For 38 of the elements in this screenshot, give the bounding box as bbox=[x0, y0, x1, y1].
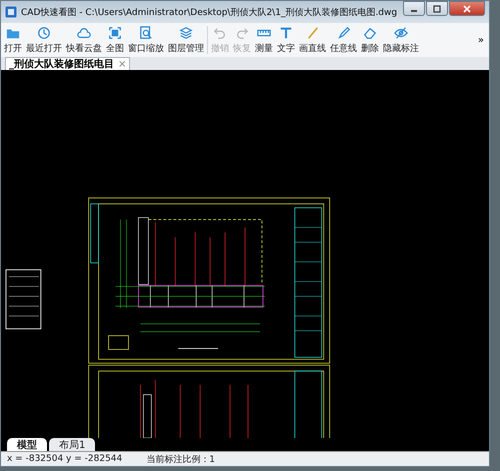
toolbar-button[interactable]: 打开 bbox=[3, 26, 23, 54]
toolbar-button[interactable]: 全图 bbox=[105, 26, 125, 54]
eye-icon bbox=[394, 26, 408, 40]
layers-icon bbox=[179, 26, 193, 40]
scale-text: 当前标注比例：1 bbox=[146, 454, 215, 466]
toolbar-button[interactable]: 画直线 bbox=[298, 26, 327, 54]
window-title: CAD快速看图 - C:\Users\Administrator\Desktop\刑侦大队2\1_刑侦大队装修图纸电图.dwg bbox=[21, 6, 398, 18]
pen-icon bbox=[336, 26, 350, 40]
layout-tab[interactable]: 布局1 bbox=[49, 438, 96, 451]
more-button[interactable]: » bbox=[474, 34, 487, 46]
toolbar-button[interactable]: 最近打开 bbox=[25, 26, 63, 54]
maximize-button[interactable] bbox=[426, 1, 448, 16]
toolbar-button[interactable]: 快看云盘 bbox=[65, 26, 103, 54]
document-tab[interactable]: _刑侦大队装修图纸电目 × bbox=[5, 57, 130, 70]
toolbar-button[interactable]: 图层管理 bbox=[167, 26, 205, 54]
fit-view-icon bbox=[108, 26, 122, 40]
maximize-icon bbox=[432, 4, 442, 12]
text-icon bbox=[279, 26, 293, 40]
app-icon bbox=[5, 6, 17, 18]
close-tab-button[interactable]: × bbox=[118, 58, 126, 70]
zoom-window-icon bbox=[139, 26, 153, 40]
toolbar-button[interactable]: 删除 bbox=[360, 26, 380, 54]
cloud-icon bbox=[77, 26, 91, 40]
toolbar-button[interactable]: 测量 bbox=[254, 26, 274, 54]
line-icon bbox=[306, 26, 320, 40]
undo-icon bbox=[213, 26, 227, 40]
close-button[interactable] bbox=[449, 1, 485, 16]
tab-label: _刑侦大队装修图纸电目 bbox=[9, 58, 114, 71]
toolbar-button[interactable]: 文字 bbox=[276, 26, 296, 54]
close-icon bbox=[462, 4, 472, 12]
toolbar-button[interactable]: 窗口缩放 bbox=[127, 26, 165, 54]
toolbar-button[interactable]: 隐藏标注 bbox=[382, 26, 420, 54]
clock-icon bbox=[37, 26, 51, 40]
redo-icon bbox=[235, 26, 249, 40]
coordinates-text: x = -832504 y = -282544 bbox=[7, 454, 122, 464]
toolbar-button[interactable]: 任意线 bbox=[329, 26, 358, 54]
minimize-button[interactable] bbox=[403, 1, 425, 16]
layout-tab[interactable]: 模型 bbox=[7, 438, 47, 451]
